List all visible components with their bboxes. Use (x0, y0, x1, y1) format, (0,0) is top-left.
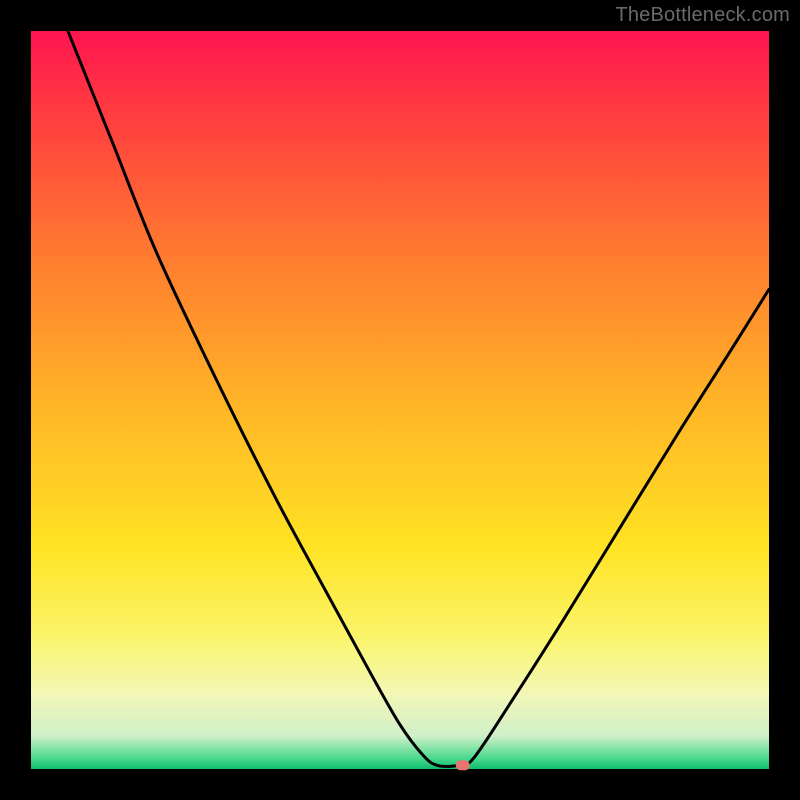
watermark-label: TheBottleneck.com (615, 4, 790, 27)
bottleneck-chart (0, 0, 800, 800)
chart-container: TheBottleneck.com (0, 0, 800, 800)
optimal-point-marker (456, 760, 470, 770)
gradient-background (31, 31, 769, 769)
